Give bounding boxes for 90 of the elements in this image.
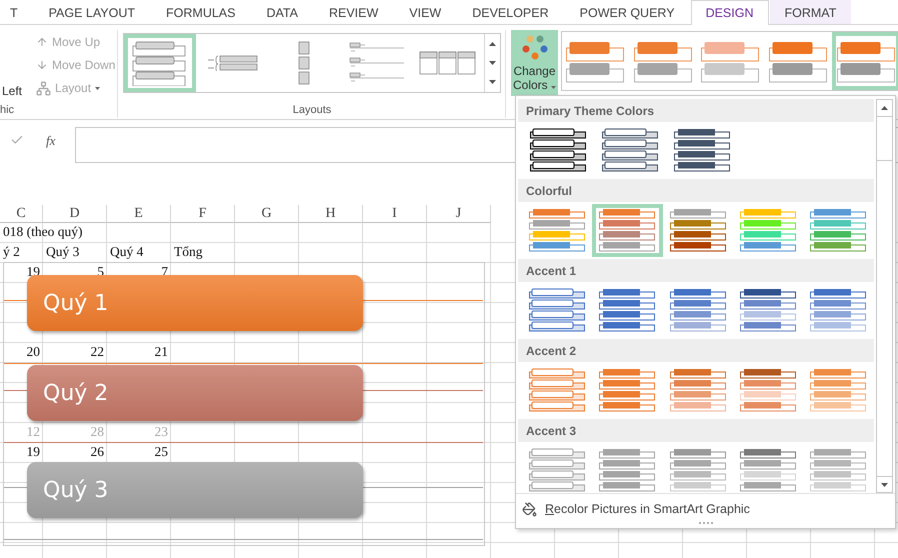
section-header: Accent 2 xyxy=(518,339,874,362)
color-scheme-icon xyxy=(670,208,727,253)
color-scheme-icon xyxy=(528,208,586,253)
cell-text: Quý 3 xyxy=(46,244,80,259)
color-scheme-icon xyxy=(599,288,656,333)
scroll-up-icon[interactable] xyxy=(489,42,496,46)
cell-text: 12 xyxy=(26,424,40,439)
layout-option[interactable] xyxy=(124,34,196,92)
color-scheme-icon xyxy=(530,128,586,173)
left-button[interactable]: Left xyxy=(0,81,24,101)
ribbon-tab[interactable]: REVIEW xyxy=(314,0,394,24)
column-header[interactable]: C xyxy=(0,205,43,223)
paint-bucket-icon xyxy=(522,502,537,516)
column-header[interactable]: I xyxy=(363,205,427,223)
scrollbar[interactable] xyxy=(876,99,893,493)
color-scheme-icon xyxy=(670,288,727,333)
group-label: Layouts xyxy=(292,103,332,118)
cell-text: Tổng xyxy=(174,244,202,259)
style-icon xyxy=(566,39,626,83)
caret-icon xyxy=(95,86,100,90)
column-header[interactable]: H xyxy=(299,205,363,223)
ribbon-tab[interactable]: DESIGN xyxy=(690,0,768,25)
style-icon xyxy=(769,39,828,83)
hierarchy-icon xyxy=(36,80,52,96)
column-header[interactable]: G xyxy=(235,205,299,223)
color-scheme-icon xyxy=(599,368,656,413)
cell-text: 28 xyxy=(90,424,104,439)
cell-text: 23 xyxy=(154,424,168,439)
color-scheme-icon xyxy=(810,368,868,413)
layout-icon xyxy=(298,41,310,85)
insert-function-button[interactable]: fx xyxy=(46,133,56,149)
color-scheme-icon xyxy=(740,368,797,413)
column-header[interactable]: D xyxy=(43,205,107,223)
layout-icon xyxy=(206,55,258,71)
arrow-down-icon xyxy=(36,59,48,71)
color-scheme-icon xyxy=(528,368,586,413)
scroll-down-icon[interactable] xyxy=(881,482,888,486)
ribbon-tab[interactable]: T xyxy=(0,0,33,24)
more-icon[interactable] xyxy=(489,80,496,84)
color-scheme-icon xyxy=(528,448,586,493)
arrow-up-icon xyxy=(36,36,48,48)
cell-text: Quý 4 xyxy=(110,244,144,259)
column-header[interactable]: F xyxy=(171,205,235,223)
color-dots-icon xyxy=(520,34,548,62)
style-icon xyxy=(634,39,693,83)
color-scheme-icon xyxy=(740,208,797,253)
scrollbar-thumb[interactable] xyxy=(877,116,892,161)
color-scheme-icon xyxy=(528,288,586,333)
ribbon-tab[interactable]: PAGE LAYOUT xyxy=(34,0,150,24)
recolor-pictures-item[interactable]: Recolor Pictures in SmartArt Graphic xyxy=(516,496,895,522)
style-icon xyxy=(701,39,760,83)
scroll-down-icon[interactable] xyxy=(489,60,496,65)
layout-icon xyxy=(418,51,478,75)
ribbon-tab[interactable]: DEVELOPER xyxy=(457,0,564,24)
cell-text: 25 xyxy=(154,444,168,459)
section-header: Accent 1 xyxy=(518,259,874,282)
cell-text: 20 xyxy=(26,344,40,359)
cell-text: 22 xyxy=(90,344,104,359)
cell-text: 018 (theo quý) xyxy=(3,224,82,239)
ribbon-tab[interactable]: FORMAT xyxy=(770,0,852,24)
caret-icon xyxy=(551,86,556,89)
color-scheme-icon xyxy=(670,368,727,413)
change-colors-button[interactable]: Change Colors xyxy=(511,30,558,96)
color-scheme-icon xyxy=(810,448,868,493)
color-scheme-icon xyxy=(599,208,656,253)
section-header: Primary Theme Colors xyxy=(518,99,874,122)
cell-text: ý 2 xyxy=(3,244,20,259)
color-scheme-icon xyxy=(810,208,868,253)
ribbon-tab[interactable]: VIEW xyxy=(394,0,456,24)
group-label: hic xyxy=(0,103,16,118)
color-scheme-icon xyxy=(740,288,797,333)
cell-text: 21 xyxy=(154,344,168,359)
color-scheme-icon xyxy=(674,128,730,173)
scroll-up-icon[interactable] xyxy=(881,106,888,110)
color-option[interactable] xyxy=(592,204,663,257)
color-scheme-icon xyxy=(670,448,727,493)
color-scheme-icon xyxy=(602,128,658,173)
style-option[interactable] xyxy=(832,32,898,90)
color-scheme-icon xyxy=(810,288,868,333)
style-icon xyxy=(836,39,896,83)
cell-text: 26 xyxy=(90,444,104,459)
ribbon-tab[interactable]: POWER QUERY xyxy=(564,0,690,24)
column-header[interactable]: E xyxy=(107,205,171,223)
ribbon-tab[interactable]: DATA xyxy=(251,0,313,24)
color-scheme-icon xyxy=(599,448,656,493)
column-header[interactable]: J xyxy=(427,205,491,223)
section-header: Accent 3 xyxy=(518,419,874,442)
section-header: Colorful xyxy=(518,179,874,202)
cell-text: 19 xyxy=(26,444,40,459)
ribbon-tab[interactable]: FORMULAS xyxy=(151,0,250,24)
